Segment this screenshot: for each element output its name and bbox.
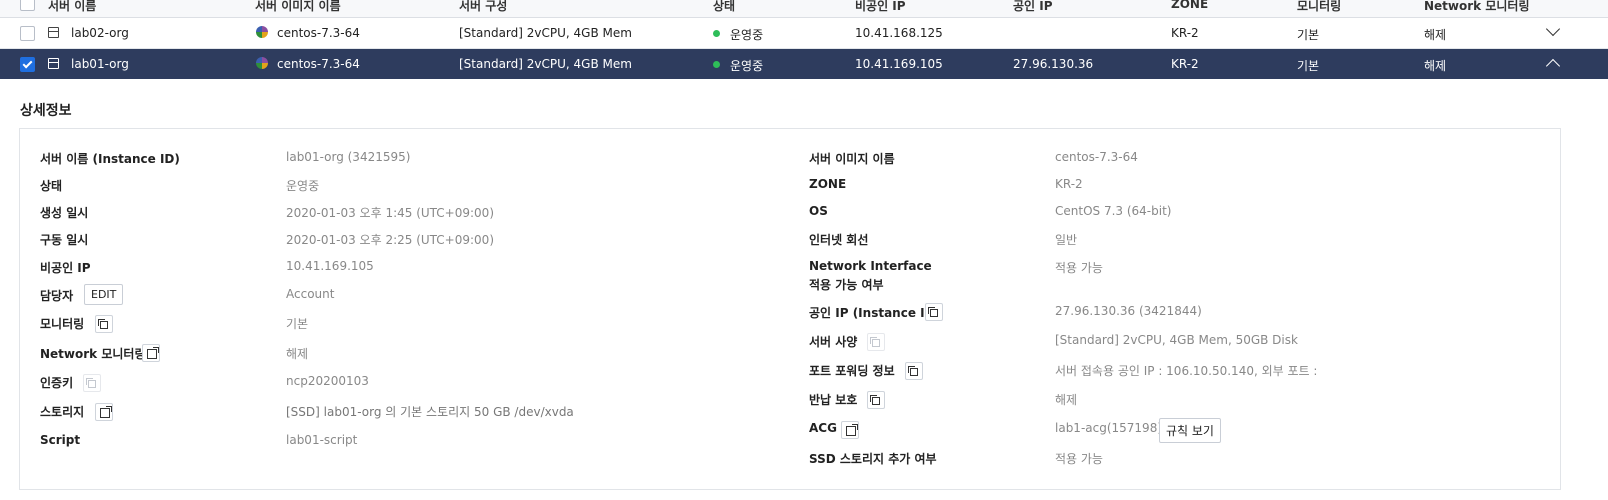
label-internet-line: 인터넷 회선 — [809, 233, 869, 247]
external-link-icon[interactable] — [142, 344, 160, 362]
col-server-name[interactable]: 서버 이름 — [48, 0, 96, 14]
value-port-forwarding: 서버 접속용 공인 IP : 106.10.50.140, 외부 포트 : — [1055, 364, 1318, 378]
col-net-monitoring[interactable]: Network 모니터링 — [1424, 0, 1530, 14]
server-spec: [Standard] 2vCPU, 4GB Mem — [459, 26, 632, 40]
col-monitoring[interactable]: 모니터링 — [1297, 0, 1341, 14]
net-monitoring: 해제 — [1424, 59, 1447, 73]
value-image: centos-7.3-64 — [1055, 150, 1138, 164]
status-running-icon — [713, 61, 720, 68]
col-spec[interactable]: 서버 구성 — [459, 0, 507, 14]
external-link-icon[interactable] — [841, 421, 859, 439]
public-ip: 27.96.130.36 — [1013, 57, 1094, 71]
label-server-spec: 서버 사양 — [809, 335, 858, 349]
server-name: lab01-org — [71, 57, 129, 71]
value-script: lab01-script — [286, 433, 358, 447]
server-icon — [48, 27, 59, 38]
monitoring: 기본 — [1297, 28, 1320, 42]
label-private-ip: 비공인 IP — [40, 261, 91, 275]
label-network-interface: Network Interface — [809, 259, 932, 273]
col-status[interactable]: 상태 — [713, 0, 735, 14]
value-status: 운영중 — [286, 179, 320, 193]
chevron-down-icon[interactable] — [1545, 21, 1561, 37]
row-checkbox[interactable] — [20, 26, 35, 41]
external-link-icon[interactable] — [95, 403, 113, 421]
label-zone: ZONE — [809, 177, 847, 191]
table-header: 서버 이름 서버 이미지 이름 서버 구성 상태 비공인 IP 공인 IP ZO… — [0, 0, 1608, 18]
table-row[interactable]: lab02-org centos-7.3-64 [Standard] 2vCPU… — [0, 18, 1608, 49]
value-return-protection: 해제 — [1055, 393, 1078, 407]
copy-icon — [83, 374, 101, 392]
status-text: 운영중 — [730, 59, 764, 73]
copy-icon[interactable] — [925, 303, 943, 321]
centos-icon — [256, 57, 268, 69]
label-started: 구동 일시 — [40, 233, 89, 247]
value-acg: lab1-acg(157198) — [1055, 421, 1163, 435]
copy-icon[interactable] — [905, 362, 923, 380]
label-port-forwarding: 포트 포워딩 정보 — [809, 364, 895, 378]
value-server-spec: [Standard] 2vCPU, 4GB Mem, 50GB Disk — [1055, 333, 1298, 347]
col-public-ip[interactable]: 공인 IP — [1013, 0, 1053, 14]
label-net-monitoring: Network 모니터링 — [40, 347, 146, 361]
copy-icon — [867, 333, 885, 351]
private-ip: 10.41.169.105 — [855, 57, 943, 71]
copy-icon[interactable] — [867, 391, 885, 409]
label-ssd-addable: SSD 스토리지 추가 여부 — [809, 452, 937, 466]
detail-title: 상세정보 — [20, 103, 72, 119]
label-script: Script — [40, 433, 81, 447]
value-private-ip: 10.41.169.105 — [286, 259, 374, 273]
server-name: lab02-org — [71, 26, 129, 40]
label-network-interface-applicable: 적용 가능 여부 — [809, 278, 884, 292]
label-storage: 스토리지 — [40, 405, 85, 419]
value-storage: [SSD] lab01-org 의 기본 스토리지 50 GB /dev/xvd… — [286, 405, 574, 419]
label-acg: ACG — [809, 421, 837, 435]
col-private-ip[interactable]: 비공인 IP — [855, 0, 906, 14]
image-name: centos-7.3-64 — [277, 57, 360, 71]
view-rules-button[interactable]: 규칙 보기 — [1159, 418, 1221, 443]
value-monitoring: 기본 — [286, 317, 309, 331]
image-name: centos-7.3-64 — [277, 26, 360, 40]
value-ssd-addable: 적용 가능 — [1055, 452, 1103, 466]
owner-edit-button[interactable]: EDIT — [84, 284, 124, 305]
value-os: CentOS 7.3 (64-bit) — [1055, 204, 1172, 218]
value-internet-line: 일반 — [1055, 233, 1078, 247]
status-running-icon — [713, 30, 720, 37]
label-image: 서버 이미지 이름 — [809, 152, 895, 166]
value-network-interface: 적용 가능 — [1055, 261, 1103, 275]
label-status: 상태 — [40, 179, 63, 193]
table-row-selected[interactable]: lab01-org centos-7.3-64 [Standard] 2vCPU… — [0, 49, 1608, 79]
server-spec: [Standard] 2vCPU, 4GB Mem — [459, 57, 632, 71]
value-zone: KR-2 — [1055, 177, 1083, 191]
value-net-monitoring: 해제 — [286, 347, 309, 361]
label-created: 생성 일시 — [40, 206, 89, 220]
label-monitoring: 모니터링 — [40, 317, 85, 331]
col-zone[interactable]: ZONE — [1171, 0, 1208, 11]
label-return-protection: 반납 보호 — [809, 393, 858, 407]
private-ip: 10.41.168.125 — [855, 26, 943, 40]
label-os: OS — [809, 204, 828, 218]
select-all-checkbox[interactable] — [20, 0, 35, 11]
monitoring: 기본 — [1297, 59, 1320, 73]
row-checkbox-checked[interactable] — [20, 57, 35, 72]
label-owner: 담당자 — [40, 289, 74, 303]
detail-panel — [19, 128, 1561, 490]
value-created: 2020-01-03 오후 1:45 (UTC+09:00) — [286, 206, 494, 220]
net-monitoring: 해제 — [1424, 28, 1447, 42]
value-started: 2020-01-03 오후 2:25 (UTC+09:00) — [286, 233, 494, 247]
copy-icon[interactable] — [95, 315, 113, 333]
value-owner: Account — [286, 287, 335, 301]
server-icon — [48, 58, 59, 69]
col-image-name[interactable]: 서버 이미지 이름 — [255, 0, 341, 14]
value-auth-key: ncp20200103 — [286, 374, 369, 388]
value-server-name: lab01-org (3421595) — [286, 150, 411, 164]
status-text: 운영중 — [730, 28, 764, 42]
zone: KR-2 — [1171, 26, 1199, 40]
chevron-up-icon[interactable] — [1545, 58, 1561, 74]
zone: KR-2 — [1171, 57, 1199, 71]
value-public-ip: 27.96.130.36 (3421844) — [1055, 304, 1202, 318]
label-auth-key: 인증키 — [40, 376, 74, 390]
label-public-ip: 공인 IP (Instance ID) — [809, 306, 941, 320]
centos-icon — [256, 26, 268, 38]
label-server-name: 서버 이름 (Instance ID) — [40, 152, 180, 166]
